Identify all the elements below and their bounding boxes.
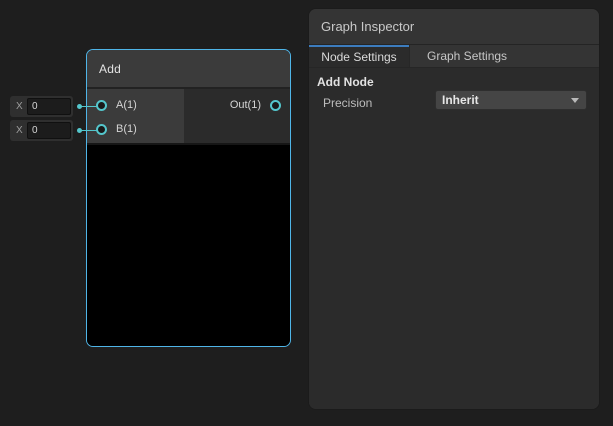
precision-dropdown[interactable]: Inherit	[435, 90, 587, 110]
node-port-area: A(1) B(1) Out(1)	[87, 89, 290, 145]
inspector-title: Graph Inspector	[321, 19, 414, 34]
axis-x-label-a: X	[16, 101, 27, 112]
port-row-b: B(1)	[87, 117, 184, 141]
tab-node-settings-label: Node Settings	[321, 50, 396, 64]
port-a-connector-icon[interactable]	[96, 100, 107, 111]
inspector-header[interactable]: Graph Inspector	[309, 9, 599, 45]
node-add[interactable]: Add A(1) B(1) Out(1)	[86, 49, 291, 347]
edge-a-dot-icon	[77, 104, 82, 109]
node-preview-area	[87, 145, 290, 346]
chevron-down-icon	[571, 98, 579, 103]
port-out-label: Out(1)	[230, 99, 261, 111]
port-row-out: Out(1)	[184, 93, 290, 117]
precision-label: Precision	[323, 96, 372, 110]
inspector-tab-bar: Node Settings Graph Settings	[309, 45, 599, 68]
input-ports-section: A(1) B(1)	[87, 89, 184, 143]
tab-node-settings[interactable]: Node Settings	[309, 45, 409, 67]
port-b-connector-icon[interactable]	[96, 124, 107, 135]
edge-b-dot-icon	[77, 128, 82, 133]
inspector-content: Add Node Precision Inherit	[309, 68, 599, 409]
output-ports-section: Out(1)	[184, 89, 290, 143]
node-title: Add	[99, 62, 121, 76]
input-b-x-field[interactable]	[27, 122, 71, 139]
node-title-bar[interactable]: Add	[87, 50, 290, 89]
graph-inspector-panel: Graph Inspector Node Settings Graph Sett…	[308, 8, 600, 410]
port-b-label: B(1)	[116, 123, 137, 135]
port-row-a: A(1)	[87, 93, 184, 117]
input-a-x-field[interactable]	[27, 98, 71, 115]
inline-value-box-b: X	[10, 120, 73, 141]
port-out-connector-icon[interactable]	[270, 100, 281, 111]
precision-dropdown-value: Inherit	[442, 93, 479, 107]
axis-x-label-b: X	[16, 125, 27, 136]
inline-value-box-a: X	[10, 96, 73, 117]
section-title: Add Node	[317, 75, 374, 89]
port-a-label: A(1)	[116, 99, 137, 111]
tab-graph-settings-label: Graph Settings	[427, 49, 507, 63]
tab-graph-settings[interactable]: Graph Settings	[409, 45, 524, 67]
